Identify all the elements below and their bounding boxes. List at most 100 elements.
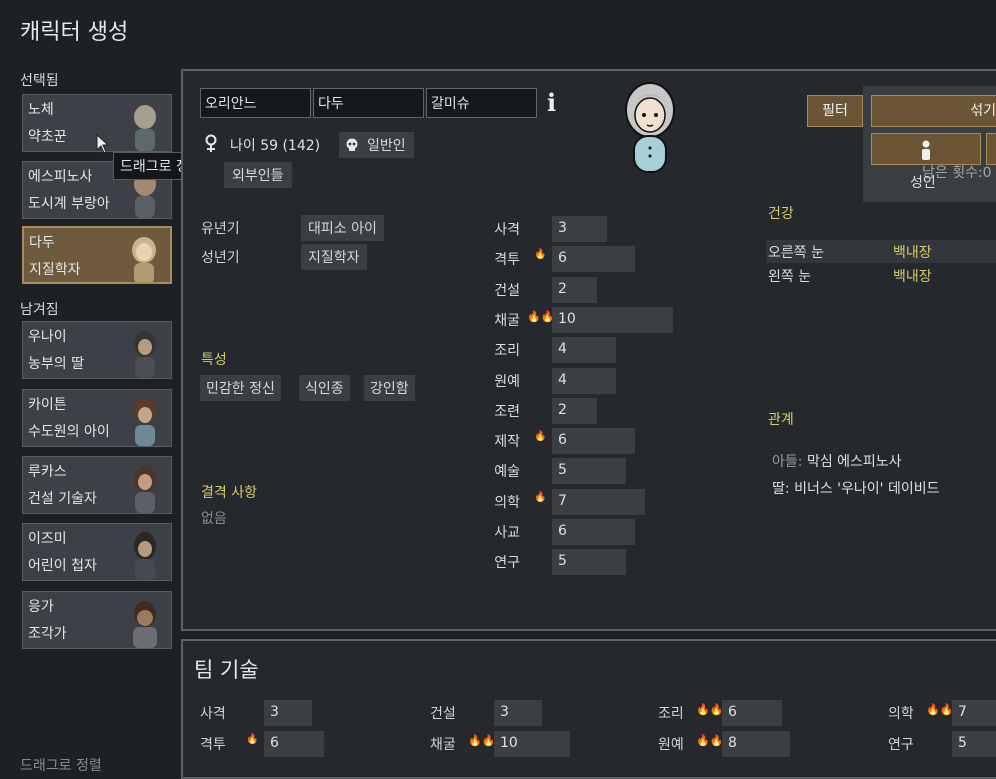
remaining-rerolls: 남은 횟수:0 (922, 165, 992, 181)
skill-name: 원예 (494, 374, 520, 390)
health-header: 건강 (768, 206, 794, 222)
major-passion-icon: 🔥🔥 (926, 703, 954, 716)
minor-passion-icon: 🔥 (534, 431, 547, 442)
skill-level-bar[interactable]: 2 (552, 277, 597, 303)
left-section-label: 남겨짐 (20, 302, 59, 318)
trait-tag[interactable]: 민감한 정신 (200, 375, 281, 401)
xenotype-tag[interactable]: 일반인 (339, 132, 414, 158)
pawn-portrait (134, 105, 156, 151)
pawn-portrait (133, 398, 157, 446)
pawn-card-izumi[interactable]: 이즈미 어린이 첩자 (22, 523, 172, 581)
relation-type: 아들: (772, 454, 803, 470)
pawn-role: 수도원의 아이 (28, 424, 110, 440)
team-skill-value: 5 (958, 735, 967, 751)
pawn-card-unai[interactable]: 우나이 농부의 딸 (22, 321, 172, 379)
skill-name: 조련 (494, 404, 520, 420)
team-skill-value-box: 6 (264, 731, 324, 757)
pawn-portrait (134, 466, 156, 513)
pawn-role: 약초꾼 (28, 129, 67, 145)
nickname-field[interactable]: 다두 (313, 88, 424, 118)
team-skill-value: 3 (270, 704, 279, 720)
health-row[interactable]: 오른쪽 눈 백내장 (766, 240, 996, 263)
skill-level-bar[interactable]: 2 (552, 398, 597, 424)
trait-tag[interactable]: 식인종 (299, 375, 350, 401)
drag-sort-hint: 드래그로 정렬 (20, 758, 102, 774)
adulthood-label: 성년기 (201, 250, 240, 266)
team-skill-name: 격투 (200, 737, 226, 753)
pawn-role: 지질학자 (29, 262, 81, 278)
health-row[interactable]: 왼쪽 눈 백내장 (766, 264, 996, 287)
skill-name: 예술 (494, 464, 520, 480)
team-skill-value-box: 3 (264, 700, 312, 726)
skill-value: 7 (558, 493, 567, 509)
team-skill-name: 조리 (658, 706, 684, 722)
pawn-card-nga[interactable]: 응가 조각가 (22, 591, 172, 649)
skill-value: 4 (558, 372, 567, 388)
trait-tag[interactable]: 강인함 (364, 375, 415, 401)
pawn-role: 농부의 딸 (28, 356, 84, 372)
skill-value: 2 (558, 281, 567, 297)
skill-level-bar[interactable]: 4 (552, 368, 616, 394)
pawn-card-dadu[interactable]: 다두 지질학자 (22, 226, 172, 284)
team-skill-name: 사격 (200, 706, 226, 722)
team-skill-value-box: 7 (952, 700, 996, 726)
team-skill-value: 10 (500, 735, 518, 751)
female-gender-icon (205, 134, 217, 152)
pawn-name: 이즈미 (28, 531, 67, 547)
first-name-field[interactable]: 오리안느 (200, 88, 311, 118)
pawn-role: 어린이 첩자 (28, 558, 97, 574)
skill-value: 5 (558, 462, 567, 478)
shuffle-button[interactable]: 섞기 (871, 95, 996, 127)
skill-level-bar[interactable]: 3 (552, 216, 607, 242)
adulthood-backstory[interactable]: 지질학자 (301, 244, 367, 270)
pawn-role: 조각가 (28, 626, 67, 642)
pawn-role: 건설 기술자 (28, 491, 97, 507)
skull-icon (346, 138, 358, 151)
page-title: 캐릭터 생성 (20, 20, 129, 45)
mouse-cursor-icon (96, 134, 110, 154)
age-label: 나이 59 (142) (230, 138, 321, 154)
team-skill-value-box: 5 (952, 731, 996, 757)
faction-tag[interactable]: 외부인들 (224, 162, 292, 188)
skill-name: 조리 (494, 343, 520, 359)
person-icon (922, 140, 930, 160)
relation-row[interactable]: 아들: 막심 에스피노사 (772, 451, 902, 471)
relation-row[interactable]: 딸: 비너스 '우나이' 데이비드 (772, 478, 939, 498)
pawn-name: 우나이 (28, 329, 67, 345)
last-name-field[interactable]: 갈미슈 (426, 88, 537, 118)
xenotype-label: 일반인 (367, 138, 406, 154)
adult-toggle-button[interactable] (871, 133, 981, 165)
skill-level-bar[interactable]: 6 (552, 428, 635, 454)
skill-name: 사교 (494, 525, 520, 541)
skill-level-bar[interactable]: 6 (552, 246, 635, 272)
skill-level-bar[interactable]: 5 (552, 458, 626, 484)
skill-name: 격투 (494, 252, 520, 268)
relations-header: 관계 (768, 412, 794, 428)
team-skill-value-box: 3 (494, 700, 542, 726)
team-skill-name: 건설 (430, 706, 456, 722)
team-skill-value-box: 8 (722, 731, 790, 757)
filter-button[interactable]: 필터 (807, 95, 863, 127)
minor-passion-icon: 🔥 (534, 249, 547, 260)
skill-level-bar[interactable]: 6 (552, 519, 635, 545)
team-skill-name: 원예 (658, 737, 684, 753)
skill-name: 연구 (494, 555, 520, 571)
pawn-card-kaiton[interactable]: 카이튼 수도원의 아이 (22, 389, 172, 447)
team-skill-value-box: 6 (722, 700, 782, 726)
skill-value: 4 (558, 341, 567, 357)
skill-level-bar[interactable]: 7 (552, 489, 645, 515)
team-skill-name: 의학 (888, 706, 914, 722)
info-icon[interactable]: i (547, 88, 556, 117)
incapable-value: 없음 (201, 511, 227, 527)
team-skill-value-box: 10 (494, 731, 570, 757)
skill-name: 사격 (494, 222, 520, 238)
childhood-backstory[interactable]: 대피소 아이 (301, 215, 384, 241)
skill-name: 건설 (494, 283, 520, 299)
extra-button[interactable] (986, 133, 996, 165)
skill-level-bar[interactable]: 10 (552, 307, 673, 333)
pawn-card-lucas[interactable]: 루카스 건설 기술자 (22, 456, 172, 514)
skill-level-bar[interactable]: 5 (552, 549, 626, 575)
health-part: 오른쪽 눈 (768, 245, 824, 261)
skill-value: 6 (558, 523, 567, 539)
skill-level-bar[interactable]: 4 (552, 337, 616, 363)
